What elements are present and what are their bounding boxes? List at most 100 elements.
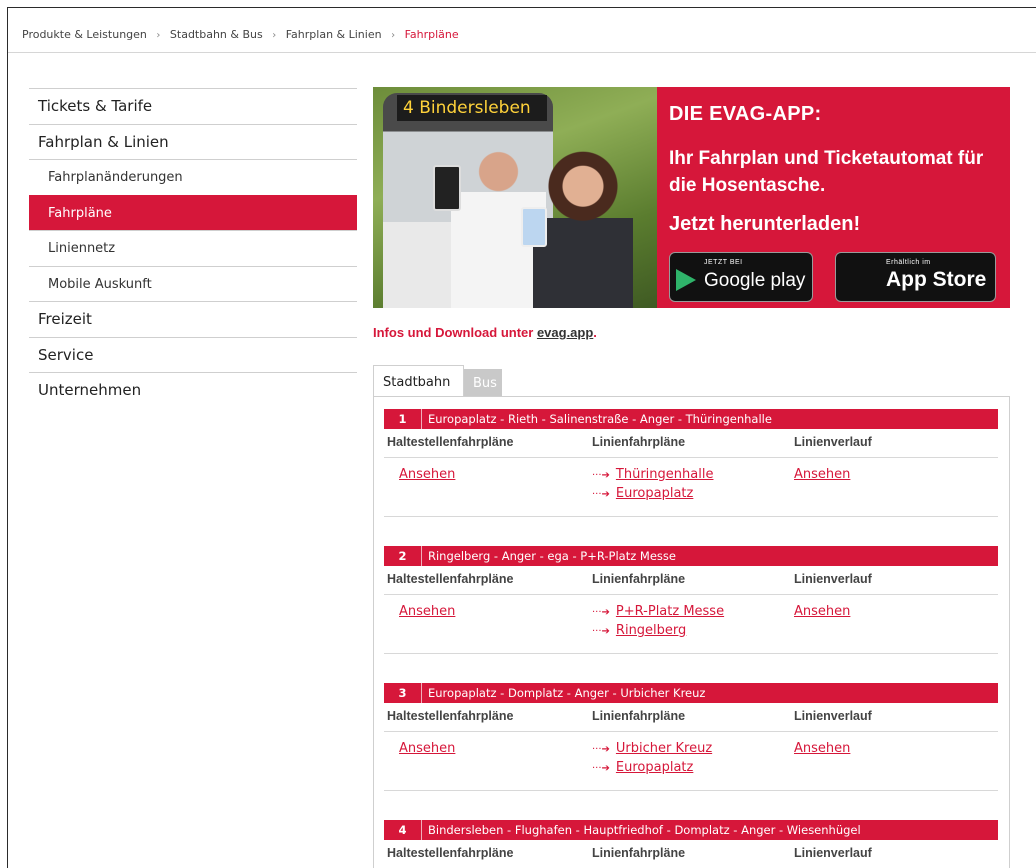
banner-photo: 4 Bindersleben — [373, 87, 657, 308]
line-route: Ringelberg - Anger - ega - P+R-Platz Mes… — [428, 549, 676, 563]
column-header-route: Linienverlauf — [794, 709, 872, 723]
app-store-small-label: Erhältlich im — [886, 259, 931, 266]
table-row: Ansehen ···➔ P+R-Platz Messe ···➔ Ringelbe… — [384, 595, 998, 654]
breadcrumb-divider — [8, 52, 1036, 53]
app-store-button[interactable]: Erhältlich im App Store — [835, 252, 996, 302]
direction-link[interactable]: Europaplatz — [616, 486, 693, 501]
direction-link[interactable]: Thüringenhalle — [616, 467, 714, 482]
smartphone-icon — [433, 165, 461, 211]
direction-item: ···➔ P+R-Platz Messe — [592, 604, 724, 623]
breadcrumb-item-fahrplan-linien[interactable]: Fahrplan & Linien — [286, 28, 382, 41]
chevron-right-icon: › — [391, 30, 396, 41]
line-number: 4 — [384, 820, 422, 840]
tab-bus[interactable]: Bus — [464, 369, 502, 397]
direction-item: ···➔ Ringelberg — [592, 623, 724, 642]
sidebar-item-fahrplanaenderungen[interactable]: Fahrplanänderungen — [29, 159, 357, 195]
direction-list: ···➔ P+R-Platz Messe ···➔ Ringelberg — [592, 604, 724, 642]
top-strip — [0, 0, 1036, 7]
sidebar-item-freizeit[interactable]: Freizeit — [29, 301, 357, 337]
direction-item: ···➔ Europaplatz — [592, 760, 712, 779]
sidebar-nav: Tickets & Tarife Fahrplan & Linien Fahrp… — [29, 88, 357, 408]
app-promo-banner[interactable]: 4 Bindersleben DIE EVAG-APP: Ihr Fahrpla… — [373, 87, 1010, 308]
stop-timetable-link[interactable]: Ansehen — [399, 467, 455, 482]
breadcrumb-item-stadtbahn-bus[interactable]: Stadtbahn & Bus — [170, 28, 263, 41]
google-play-label: Google play — [704, 270, 806, 291]
line-block-1: 1 Europaplatz - Rieth - Salinenstraße - A… — [384, 409, 998, 517]
line-block-2: 2 Ringelberg - Anger - ega - P+R-Platz Me… — [384, 546, 998, 654]
tab-stadtbahn[interactable]: Stadtbahn — [373, 365, 464, 397]
column-header-route: Linienverlauf — [794, 572, 872, 586]
direction-link[interactable]: P+R-Platz Messe — [616, 604, 724, 619]
column-header-lines: Linienfahrpläne — [592, 435, 686, 449]
sidebar-item-unternehmen[interactable]: Unternehmen — [29, 372, 357, 408]
line-route: Europaplatz - Rieth - Salinenstraße - An… — [428, 412, 772, 426]
sidebar-item-fahrplaene[interactable]: Fahrpläne — [29, 194, 357, 230]
line-header: 1 Europaplatz - Rieth - Salinenstraße - A… — [384, 409, 998, 429]
sidebar-item-tickets-tarife[interactable]: Tickets & Tarife — [29, 88, 357, 124]
column-header-route: Linienverlauf — [794, 435, 872, 449]
direction-item: ···➔ Europaplatz — [592, 486, 713, 505]
direction-link[interactable]: Ringelberg — [616, 623, 686, 638]
column-header-stops: Haltestellenfahrpläne — [387, 435, 514, 449]
tram-destination-sign: 4 Bindersleben — [397, 95, 547, 121]
line-number: 3 — [384, 683, 422, 703]
column-headers: Haltestellenfahrpläne Linienfahrpläne Li… — [384, 840, 998, 868]
person-image — [533, 151, 633, 308]
app-info-prefix: Infos und Download unter — [373, 325, 537, 340]
column-header-lines: Linienfahrpläne — [592, 846, 686, 860]
table-row: Ansehen ···➔ Thüringenhalle ···➔ Europapla… — [384, 458, 998, 517]
route-view-link[interactable]: Ansehen — [794, 741, 850, 756]
chevron-right-icon: › — [156, 30, 161, 41]
stop-timetable-link[interactable]: Ansehen — [399, 604, 455, 619]
google-play-small-label: JETZT BEI — [704, 259, 743, 266]
dotted-arrow-right-icon: ···➔ — [592, 626, 610, 637]
column-header-stops: Haltestellenfahrpläne — [387, 572, 514, 586]
smartphone-icon — [521, 207, 547, 247]
breadcrumb-item-produkte[interactable]: Produkte & Leistungen — [22, 28, 147, 41]
sidebar-item-liniennetz[interactable]: Liniennetz — [29, 230, 357, 266]
line-header: 2 Ringelberg - Anger - ega - P+R-Platz Me… — [384, 546, 998, 566]
chevron-right-icon: › — [272, 30, 277, 41]
route-view-link[interactable]: Ansehen — [794, 604, 850, 619]
sidebar-item-mobile-auskunft[interactable]: Mobile Auskunft — [29, 265, 357, 302]
line-header: 4 Bindersleben - Flughafen - Hauptfriedho… — [384, 820, 998, 840]
promo-title: DIE EVAG-APP: — [669, 103, 822, 125]
column-header-stops: Haltestellenfahrpläne — [387, 846, 514, 860]
column-header-route: Linienverlauf — [794, 846, 872, 860]
breadcrumb: Produkte & Leistungen › Stadtbahn & Bus … — [22, 28, 459, 41]
table-row: Ansehen ···➔ Urbicher Kreuz ···➔ Europapla… — [384, 732, 998, 791]
promo-text-area: DIE EVAG-APP: Ihr Fahrplan und Ticketaut… — [657, 87, 1010, 308]
dotted-arrow-right-icon: ···➔ — [592, 489, 610, 500]
direction-link[interactable]: Europaplatz — [616, 760, 693, 775]
google-play-icon — [676, 269, 696, 291]
stop-timetable-link[interactable]: Ansehen — [399, 741, 455, 756]
timetable-panel: 1 Europaplatz - Rieth - Salinenstraße - A… — [373, 396, 1010, 868]
evag-app-link[interactable]: evag.app — [537, 325, 593, 340]
app-info-text: Infos und Download unter evag.app. — [373, 325, 597, 340]
direction-link[interactable]: Urbicher Kreuz — [616, 741, 712, 756]
direction-item: ···➔ Urbicher Kreuz — [592, 741, 712, 760]
column-headers: Haltestellenfahrpläne Linienfahrpläne Li… — [384, 566, 998, 595]
route-view-link[interactable]: Ansehen — [794, 467, 850, 482]
app-store-label: App Store — [886, 268, 987, 291]
column-header-lines: Linienfahrpläne — [592, 572, 686, 586]
sidebar-item-fahrplan-linien[interactable]: Fahrplan & Linien — [29, 123, 357, 160]
sidebar-item-service[interactable]: Service — [29, 336, 357, 373]
dotted-arrow-right-icon: ···➔ — [592, 763, 610, 774]
breadcrumb-current: Fahrpläne — [404, 28, 459, 41]
line-block-4: 4 Bindersleben - Flughafen - Hauptfriedho… — [384, 820, 998, 868]
direction-item: ···➔ Thüringenhalle — [592, 467, 713, 486]
dotted-arrow-right-icon: ···➔ — [592, 744, 610, 755]
google-play-button[interactable]: JETZT BEI Google play — [669, 252, 813, 302]
column-headers: Haltestellenfahrpläne Linienfahrpläne Li… — [384, 703, 998, 732]
line-header: 3 Europaplatz - Domplatz - Anger - Urbich… — [384, 683, 998, 703]
column-header-stops: Haltestellenfahrpläne — [387, 709, 514, 723]
column-header-lines: Linienfahrpläne — [592, 709, 686, 723]
column-headers: Haltestellenfahrpläne Linienfahrpläne Li… — [384, 429, 998, 458]
dotted-arrow-right-icon: ···➔ — [592, 607, 610, 618]
line-route: Europaplatz - Domplatz - Anger - Urbiche… — [428, 686, 706, 700]
direction-list: ···➔ Urbicher Kreuz ···➔ Europaplatz — [592, 741, 712, 779]
line-route: Bindersleben - Flughafen - Hauptfriedhof… — [428, 823, 861, 837]
app-info-suffix: . — [593, 325, 597, 340]
promo-subtitle: Ihr Fahrplan und Ticketautomat für die H… — [669, 148, 984, 196]
